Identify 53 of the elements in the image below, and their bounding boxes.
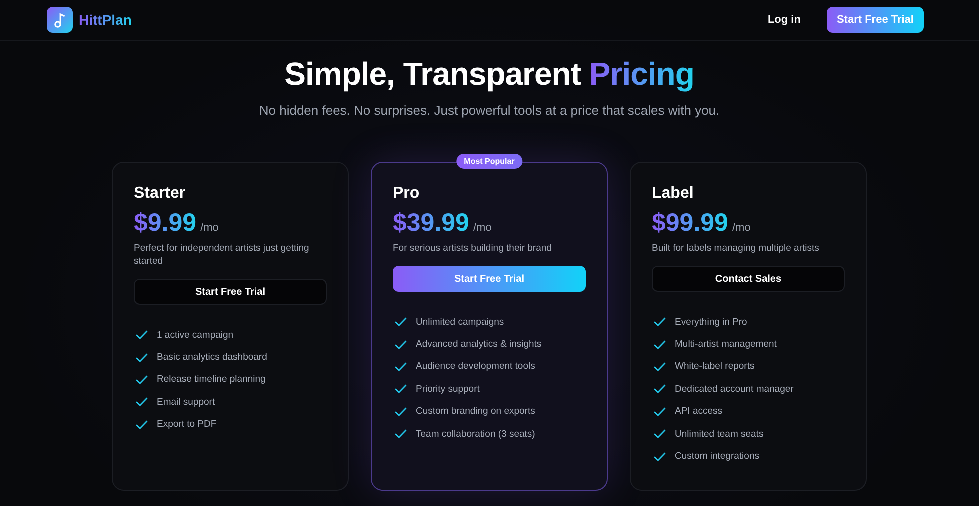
feature-text: Basic analytics dashboard xyxy=(157,352,268,364)
feature-text: Unlimited campaigns xyxy=(416,316,504,328)
plan-description: For serious artists building their brand xyxy=(393,242,553,255)
plan-name: Pro xyxy=(393,185,421,203)
plan-name: Starter xyxy=(134,185,187,203)
feature-text: Custom branding on exports xyxy=(416,406,536,418)
plan-description: Perfect for independent artists just getting started xyxy=(134,242,310,268)
feature-text: Email support xyxy=(157,396,216,408)
feature-text: Multi-artist management xyxy=(675,339,777,350)
login-link[interactable]: Log in xyxy=(768,14,801,26)
check-icon xyxy=(395,406,407,417)
check-icon xyxy=(654,429,666,440)
brand-name[interactable]: HittPlan xyxy=(79,12,132,28)
check-icon xyxy=(654,406,666,417)
popular-badge: Most Popular xyxy=(456,154,523,169)
price-period: /mo xyxy=(200,222,219,234)
check-icon xyxy=(654,362,666,372)
check-icon xyxy=(654,317,666,328)
price-period: /mo xyxy=(732,222,751,234)
check-icon xyxy=(654,340,666,350)
plan-button[interactable]: Contact Sales xyxy=(652,266,845,292)
feature-text: Everything in Pro xyxy=(675,316,748,328)
feature-text: Priority support xyxy=(416,384,480,395)
check-icon xyxy=(395,384,407,394)
check-icon xyxy=(136,420,148,430)
feature-text: White-label reports xyxy=(675,361,755,372)
plan-name: Label xyxy=(652,185,695,203)
subtitle: No hidden fees. No surprises. Just powerful tools at a price that scales with you. xyxy=(258,103,721,118)
check-icon xyxy=(654,384,666,394)
feature-text: Advanced analytics & insights xyxy=(416,339,542,350)
feature-text: 1 active campaign xyxy=(157,330,234,341)
check-icon xyxy=(395,317,407,328)
check-icon xyxy=(136,330,148,340)
page-title: Simple, Transparent Pricing xyxy=(284,55,696,93)
feature-text: Team collaboration (3 seats) xyxy=(416,428,536,440)
check-icon xyxy=(136,397,148,408)
check-icon xyxy=(395,362,407,372)
check-icon xyxy=(654,452,666,462)
check-icon xyxy=(395,429,407,440)
check-icon xyxy=(395,340,407,350)
feature-text: Release timeline planning xyxy=(157,374,266,386)
plan-description: Built for labels managing multiple artists xyxy=(652,242,820,255)
plan-button[interactable]: Start Free Trial xyxy=(134,279,327,305)
feature-text: Dedicated account manager xyxy=(675,384,794,395)
feature-text: Custom integrations xyxy=(675,451,760,462)
feature-text: Export to PDF xyxy=(157,419,217,430)
feature-text: Audience development tools xyxy=(416,361,536,372)
check-icon xyxy=(136,352,148,363)
feature-text: API access xyxy=(675,406,723,418)
check-icon xyxy=(136,374,148,385)
price-period: /mo xyxy=(473,222,492,234)
feature-text: Unlimited team seats xyxy=(675,428,764,440)
music-note-icon xyxy=(47,7,73,33)
